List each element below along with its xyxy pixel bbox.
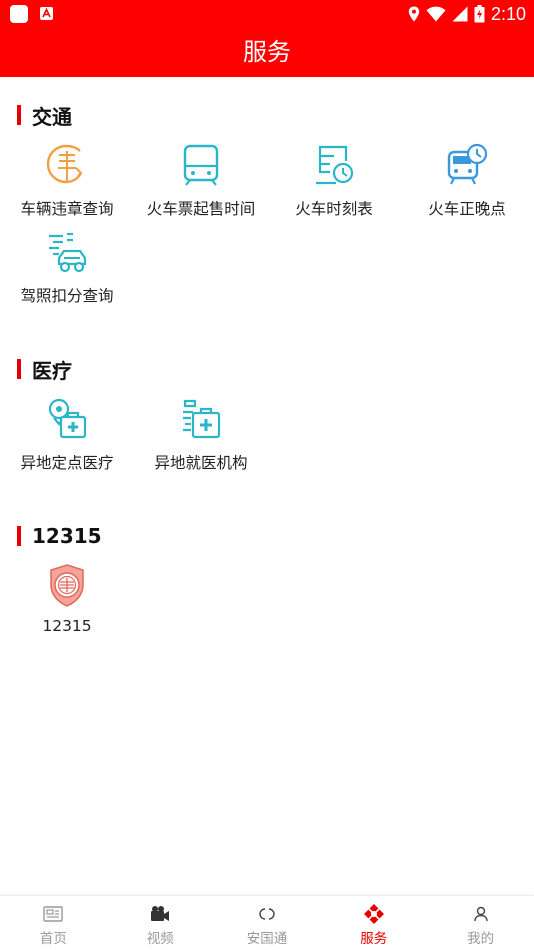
service-label: 火车正晚点	[428, 200, 506, 218]
status-bar: 2:10	[0, 0, 534, 28]
medical-institution-icon	[179, 397, 223, 441]
service-license-points[interactable]: 驾照扣分查询	[0, 230, 134, 306]
section-title: 12315	[32, 524, 102, 548]
status-indicators: 2:10	[408, 3, 526, 25]
bottom-tab-bar: 首页 视频 安国通 服务 我的	[0, 895, 534, 950]
service-medical-institution[interactable]: 异地就医机构	[134, 397, 268, 473]
tab-services[interactable]: 服务	[320, 896, 427, 950]
notification-icon	[10, 5, 28, 23]
section-marker	[17, 359, 21, 379]
tab-label: 服务	[360, 931, 388, 947]
tab-profile[interactable]: 我的	[427, 896, 534, 950]
service-ticket-sale-time[interactable]: 火车票起售时间	[134, 143, 268, 219]
section-header-12315: 12315	[17, 524, 102, 548]
violation-icon	[45, 143, 89, 187]
header: 服务	[0, 28, 534, 77]
designated-medical-icon	[45, 397, 89, 441]
video-camera-icon	[149, 903, 171, 925]
tab-video[interactable]: 视频	[107, 896, 214, 950]
license-points-icon	[45, 230, 89, 274]
tab-anguotong[interactable]: 安国通	[214, 896, 321, 950]
train-schedule-icon	[312, 143, 356, 187]
tab-label: 首页	[39, 931, 67, 947]
service-designated-medical[interactable]: 异地定点医疗	[0, 397, 134, 473]
user-icon	[470, 903, 492, 925]
section-marker	[17, 105, 21, 125]
service-label: 车辆违章查询	[20, 200, 114, 218]
battery-icon	[474, 5, 485, 23]
tab-label: 视频	[146, 931, 174, 947]
section-header-traffic: 交通	[17, 103, 72, 129]
service-label: 火车时刻表	[295, 200, 373, 218]
train-delay-icon	[445, 143, 489, 187]
service-label: 12315	[42, 617, 92, 635]
section-marker	[17, 526, 21, 546]
status-time: 2:10	[490, 3, 526, 24]
service-label: 异地定点医疗	[20, 454, 114, 472]
location-icon	[408, 6, 420, 22]
app-notification-icon	[40, 7, 53, 20]
section-title: 医疗	[32, 358, 72, 383]
service-violation-query[interactable]: 车辆违章查询	[0, 143, 134, 219]
page-title: 服务	[243, 38, 291, 66]
service-label: 驾照扣分查询	[20, 287, 114, 305]
newspaper-icon	[42, 903, 64, 925]
section-header-medical: 医疗	[17, 357, 72, 383]
tab-home[interactable]: 首页	[0, 896, 107, 950]
circle-loop-icon	[256, 903, 278, 925]
service-train-schedule[interactable]: 火车时刻表	[267, 143, 401, 219]
service-12315[interactable]: 12315	[0, 563, 134, 635]
tab-label: 安国通	[246, 931, 288, 947]
tab-label: 我的	[467, 931, 495, 947]
service-label: 异地就医机构	[154, 454, 248, 472]
signal-icon	[452, 6, 468, 22]
services-icon	[363, 903, 385, 925]
service-label: 火车票起售时间	[146, 200, 256, 218]
service-train-delay[interactable]: 火车正晚点	[400, 143, 534, 219]
ticket-sale-icon	[179, 143, 223, 187]
consumer-badge-icon	[45, 563, 89, 607]
section-title: 交通	[32, 104, 72, 129]
wifi-icon	[426, 6, 446, 22]
